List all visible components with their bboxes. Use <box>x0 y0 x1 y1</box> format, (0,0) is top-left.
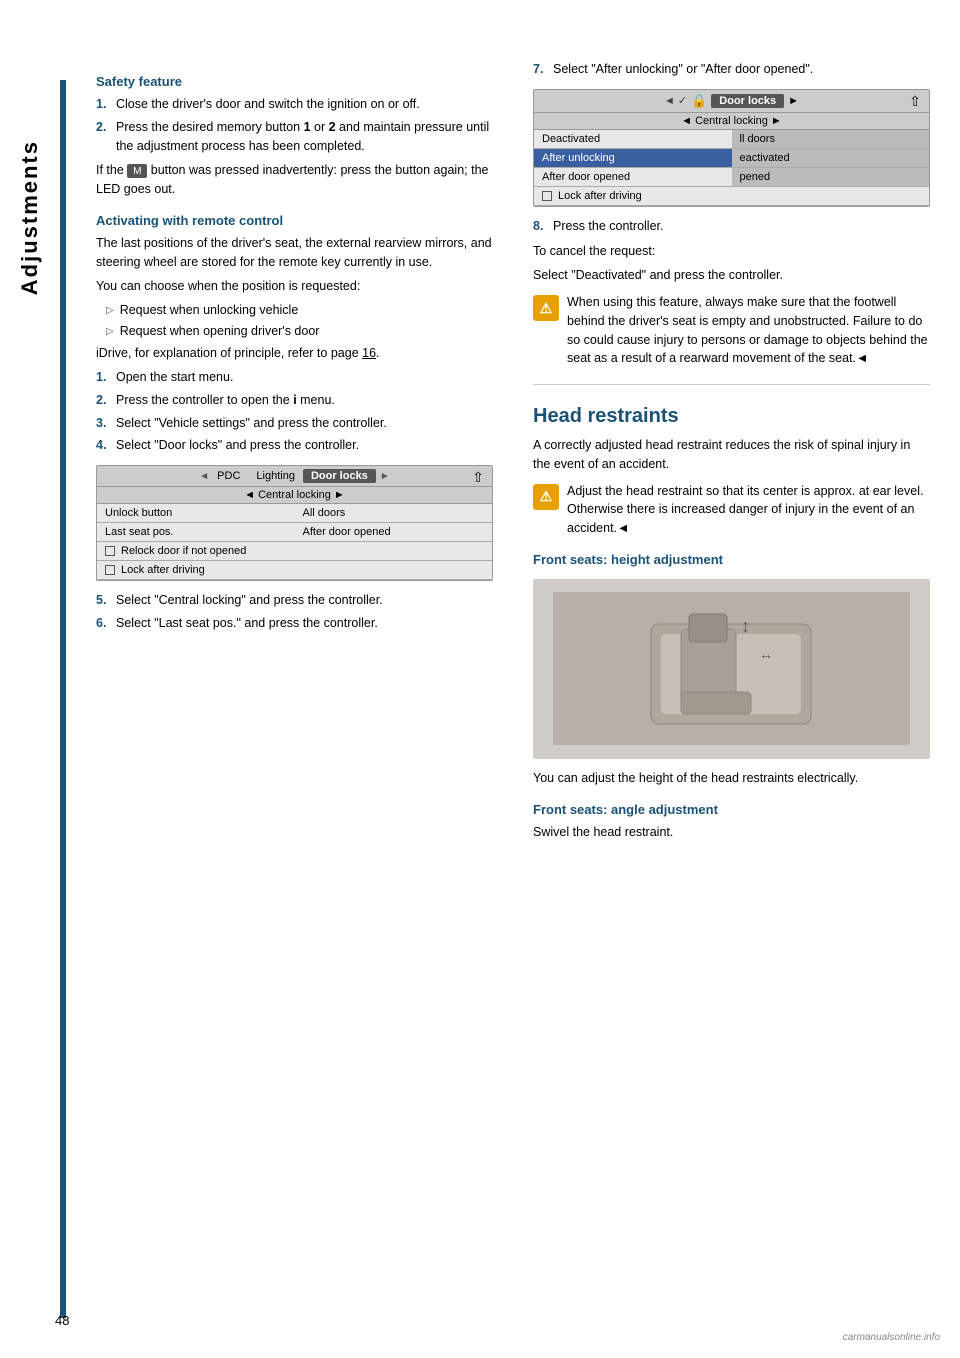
step-8: 8. Press the controller. <box>533 217 930 236</box>
warning-icon-2: ⚠ <box>533 484 559 510</box>
seat-svg: ↕ ↔ <box>631 604 831 734</box>
screen-icon-2: ⇧ <box>909 93 921 110</box>
head-restraint-image: ↕ ↔ <box>533 579 930 759</box>
cell-deactivated: Deactivated <box>534 130 732 148</box>
checkbox-lock-after-2 <box>542 191 552 201</box>
cell-after-door: After door opened <box>295 523 493 541</box>
head-restraints-intro: A correctly adjusted head restraint redu… <box>533 436 930 474</box>
cancel-instruction: Select "Deactivated" and press the contr… <box>533 266 930 285</box>
step-num: 2. <box>96 118 112 156</box>
step7-list: 7. Select "After unlocking" or "After do… <box>533 60 930 79</box>
screen-row-after-door-opened: After door opened pened <box>534 168 929 187</box>
relock-label: Relock door if not opened <box>121 545 246 557</box>
screen-sub-bar-2: ◄ Central locking ► <box>534 113 929 130</box>
tab-door-locks-2: Door locks <box>711 94 784 108</box>
left-column: Safety feature 1. Close the driver's doo… <box>86 60 513 1318</box>
safety-feature-section: Safety feature 1. Close the driver's doo… <box>96 74 493 199</box>
tab-pdc: PDC <box>209 470 248 482</box>
right-column: 7. Select "After unlocking" or "After do… <box>513 60 940 1318</box>
main-content: Safety feature 1. Close the driver's doo… <box>66 60 960 1318</box>
image-inner: ↕ ↔ <box>553 592 910 745</box>
cell-ll-doors: ll doors <box>732 130 930 148</box>
safety-step-2: 2. Press the desired memory button 1 or … <box>96 118 493 156</box>
screen-lock-row-2: Lock after driving <box>534 187 929 206</box>
cell-after-unlocking: After unlocking <box>534 149 732 167</box>
svg-text:↕: ↕ <box>741 616 750 636</box>
step-5: 5. Select "Central locking" and press th… <box>96 591 493 610</box>
tab-arrow-right-2: ► <box>788 95 799 107</box>
checkbox-lock-after <box>105 565 115 575</box>
cell-last-seat: Last seat pos. <box>97 523 295 541</box>
page-number: 48 <box>55 1313 69 1328</box>
safety-feature-heading: Safety feature <box>96 74 493 89</box>
cell-pened: pened <box>732 168 930 186</box>
safety-step-1: 1. Close the driver's door and switch th… <box>96 95 493 114</box>
lock-icon: 🔒 <box>691 93 707 109</box>
warning-text-2: Adjust the head restraint so that its ce… <box>567 482 930 538</box>
screen-top-bar-2: ◄ ✓ 🔒 Door locks ► ⇧ <box>534 90 929 113</box>
cell-unlock-button: Unlock button <box>97 504 295 522</box>
head-restraints-heading: Head restraints <box>533 405 930 428</box>
tab-arrow-left: ◄ <box>199 471 209 482</box>
svg-text:↔: ↔ <box>759 646 773 662</box>
screen-icon: ⇧ <box>472 469 484 486</box>
if-button-text: If the M button was pressed inadvertentl… <box>96 161 493 199</box>
step8-list: 8. Press the controller. <box>533 217 930 236</box>
tab-arrow-right: ► <box>380 471 390 482</box>
lock-after-label: Lock after driving <box>121 564 205 576</box>
step-text: Press the desired memory button 1 or 2 a… <box>116 118 493 156</box>
step-num: 1. <box>96 95 112 114</box>
screen-row-1: Unlock button All doors <box>97 504 492 523</box>
screen-row-2: Last seat pos. After door opened <box>97 523 492 542</box>
step-6: 6. Select "Last seat pos." and press the… <box>96 614 493 633</box>
activating-intro: The last positions of the driver's seat,… <box>96 234 493 272</box>
bottom-logo: carmanualsonline.info <box>843 1332 940 1343</box>
sidebar-label: Adjustments <box>17 140 43 295</box>
screen-mockup-2: ◄ ✓ 🔒 Door locks ► ⇧ ◄ Central locking ►… <box>533 89 930 207</box>
screen-top-bar-1: ◄ PDC Lighting Door locks ► ⇧ <box>97 466 492 487</box>
screen-row-after-unlocking: After unlocking eactivated <box>534 149 929 168</box>
cell-after-door-opened: After door opened <box>534 168 732 186</box>
activating-step-1: 1. Open the start menu. <box>96 368 493 387</box>
step-text: Close the driver's door and switch the i… <box>116 95 420 114</box>
activating-steps: 1. Open the start menu. 2. Press the con… <box>96 368 493 455</box>
screen-mockup-1: ◄ PDC Lighting Door locks ► ⇧ ◄ Central … <box>96 465 493 581</box>
front-seats-angle-heading: Front seats: angle adjustment <box>533 802 930 817</box>
activating-bullets: Request when unlocking vehicle Request w… <box>106 302 493 340</box>
idrive-ref: iDrive, for explanation of principle, re… <box>96 346 493 360</box>
sidebar: Adjustments <box>0 60 60 1318</box>
screen-relock-row: Relock door if not opened <box>97 542 492 561</box>
choose-text: You can choose when the position is requ… <box>96 277 493 296</box>
safety-feature-steps: 1. Close the driver's door and switch th… <box>96 95 493 155</box>
screen-row-deactivated: Deactivated ll doors <box>534 130 929 149</box>
activating-step-2: 2. Press the controller to open the i me… <box>96 391 493 410</box>
lock-after-label-2: Lock after driving <box>558 190 642 202</box>
activating-step-3: 3. Select "Vehicle settings" and press t… <box>96 414 493 433</box>
screen-sub-bar-1: ◄ Central locking ► <box>97 487 492 504</box>
bullet-item-2: Request when opening driver's door <box>106 323 493 341</box>
tab-door-locks: Door locks <box>303 469 376 483</box>
front-seats-height-heading: Front seats: height adjustment <box>533 552 930 567</box>
angle-text: Swivel the head restraint. <box>533 823 930 842</box>
screen-lock-after-row: Lock after driving <box>97 561 492 580</box>
cell-all-doors: All doors <box>295 504 493 522</box>
activating-section: Activating with remote control The last … <box>96 213 493 455</box>
tab-lighting: Lighting <box>248 470 303 482</box>
section-divider <box>533 384 930 385</box>
check-icon: ◄ ✓ <box>664 94 687 107</box>
step-7: 7. Select "After unlocking" or "After do… <box>533 60 930 79</box>
head-restraints-section: Head restraints A correctly adjusted hea… <box>533 405 930 841</box>
activating-step-4: 4. Select "Door locks" and press the con… <box>96 436 493 455</box>
warning-icon-1: ⚠ <box>533 295 559 321</box>
cell-eactivated: eactivated <box>732 149 930 167</box>
activating-heading: Activating with remote control <box>96 213 493 228</box>
cancel-text: To cancel the request: <box>533 242 930 261</box>
steps-after-screen1: 5. Select "Central locking" and press th… <box>96 591 493 633</box>
checkbox-relock <box>105 546 115 556</box>
warning-box-2: ⚠ Adjust the head restraint so that its … <box>533 482 930 538</box>
height-caption: You can adjust the height of the head re… <box>533 769 930 788</box>
warning-box-1: ⚠ When using this feature, always make s… <box>533 293 930 368</box>
bullet-item-1: Request when unlocking vehicle <box>106 302 493 320</box>
warning-text-1: When using this feature, always make sur… <box>567 293 930 368</box>
